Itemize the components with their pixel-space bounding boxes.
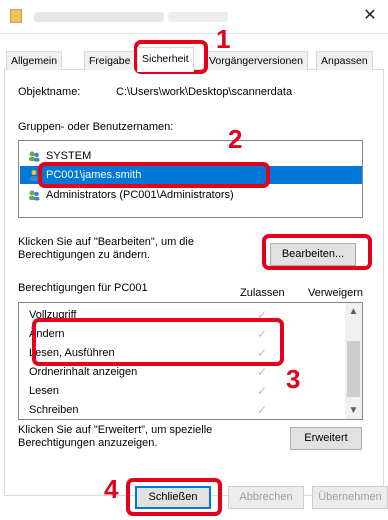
allow-check-icon: ✓	[257, 365, 268, 379]
column-allow: Zulassen	[240, 287, 285, 299]
edit-hint: Klicken Sie auf "Bearbeiten", um die Ber…	[18, 236, 194, 261]
list-item-label: SYSTEM	[46, 150, 92, 162]
folder-icon	[10, 9, 22, 23]
cancel-button[interactable]: Abbrechen	[228, 486, 304, 509]
callout-close-highlight	[126, 478, 222, 516]
callout-user-highlight	[38, 162, 270, 188]
permission-name: Schreiben	[29, 404, 79, 416]
callout-number-4: 4	[104, 474, 119, 504]
groups-label: Gruppen- oder Benutzernamen:	[18, 121, 174, 133]
scroll-thumb[interactable]	[347, 341, 360, 397]
object-name-value: C:\Users\work\Desktop\scannerdata	[116, 86, 293, 98]
allow-check-icon: ✓	[257, 384, 268, 398]
tab-sicherheit[interactable]: Sicherheit	[137, 47, 194, 72]
permissions-title: Berechtigungen für PC001	[18, 282, 148, 294]
permissions-scrollbar[interactable]: ▲ ▼	[345, 303, 362, 419]
callout-permissions-highlight	[32, 318, 284, 366]
advanced-hint: Klicken Sie auf "Erweitert", um speziell…	[18, 424, 213, 449]
callout-number-3: 3	[286, 364, 301, 394]
callout-number-1: 1	[216, 24, 231, 54]
allow-check-icon: ✓	[257, 403, 268, 417]
list-item-label: Administrators (PC001\Administrators)	[46, 189, 234, 201]
close-icon[interactable]: ✕	[360, 6, 380, 26]
callout-edit-highlight	[262, 234, 372, 270]
permission-row: Schreiben ✓	[19, 402, 345, 419]
window-title-redacted-2	[168, 12, 228, 22]
users-icon	[29, 151, 40, 162]
window-title-redacted	[34, 12, 164, 22]
permission-name: Lesen	[29, 385, 59, 397]
list-item-administrators[interactable]: Administrators (PC001\Administrators)	[20, 186, 362, 204]
column-deny: Verweigern	[308, 287, 364, 299]
advanced-button[interactable]: Erweitert	[290, 427, 362, 450]
tab-allgemein[interactable]: Allgemein	[6, 51, 63, 71]
permission-name: Ordnerinhalt anzeigen	[29, 366, 138, 378]
callout-number-2: 2	[228, 124, 243, 154]
users-icon	[29, 190, 40, 201]
scroll-up-icon[interactable]: ▲	[345, 303, 362, 320]
object-name-label: Objektname:	[18, 86, 81, 98]
apply-button[interactable]: Übernehmen	[312, 486, 388, 509]
tab-anpassen[interactable]: Anpassen	[316, 51, 373, 71]
tab-freigabe[interactable]: Freigabe	[84, 51, 136, 71]
scroll-down-icon[interactable]: ▼	[345, 402, 362, 419]
